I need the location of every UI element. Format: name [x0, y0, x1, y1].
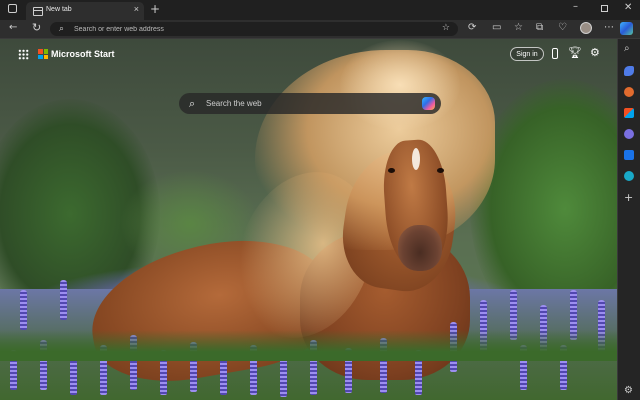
- address-bar[interactable]: ⌕ ☆: [50, 22, 458, 36]
- more-menu-icon[interactable]: ⋯: [604, 23, 614, 33]
- profile-avatar[interactable]: [580, 22, 592, 34]
- minimize-icon[interactable]: –: [573, 2, 578, 12]
- trophy-icon[interactable]: 🏆︎: [568, 47, 582, 58]
- collections-icon[interactable]: ⧉: [536, 23, 543, 33]
- sidebar-games-icon[interactable]: [624, 87, 634, 97]
- favorites-icon[interactable]: ☆: [514, 23, 523, 33]
- navigation-toolbar: ← ↻ ⌕ ☆ ⟳ ▭ ☆ ⧉ ♡ ⋯: [0, 20, 640, 39]
- split-screen-icon[interactable]: ▭: [492, 23, 501, 33]
- sidebar-microsoft365-icon[interactable]: [624, 108, 634, 118]
- browser-essentials-icon[interactable]: ♡: [558, 23, 567, 33]
- maximize-icon[interactable]: [601, 5, 608, 12]
- sidebar-outlook-icon[interactable]: [624, 150, 634, 160]
- search-icon: ⌕: [189, 97, 196, 110]
- sidebar-copilot-icon[interactable]: [624, 129, 634, 139]
- tab-title: New tab: [46, 6, 72, 13]
- sidebar-shopping-icon[interactable]: [624, 66, 634, 76]
- new-tab-page-icon: [33, 7, 43, 16]
- phone-icon[interactable]: [552, 48, 558, 59]
- back-arrow-icon[interactable]: ←: [9, 23, 17, 33]
- microsoft-logo: [38, 49, 48, 59]
- extensions-icon[interactable]: ⟳: [468, 23, 476, 33]
- copilot-icon[interactable]: [620, 22, 633, 35]
- sidebar-settings-gear-icon[interactable]: ⚙: [624, 385, 633, 396]
- tab-strip: New tab × + – ✕: [0, 0, 640, 20]
- address-input[interactable]: [74, 23, 414, 35]
- tab-new-tab[interactable]: New tab ×: [26, 2, 144, 20]
- sidebar-add-icon[interactable]: +: [624, 192, 633, 203]
- copilot-icon[interactable]: [422, 97, 435, 110]
- brand-text: Microsoft Start: [51, 49, 115, 59]
- tab-actions-icon[interactable]: [8, 4, 17, 13]
- refresh-icon[interactable]: ↻: [32, 22, 41, 33]
- star-icon[interactable]: ☆: [442, 23, 450, 33]
- tab-close-icon[interactable]: ×: [134, 4, 139, 14]
- sidebar-drop-icon[interactable]: [624, 171, 634, 181]
- gear-icon[interactable]: ⚙: [590, 47, 600, 58]
- apps-grid-icon[interactable]: [18, 49, 29, 60]
- browser-window: New tab × + – ✕ ← ↻ ⌕ ☆ ⟳ ▭ ☆ ⧉ ♡ ⋯: [0, 0, 640, 400]
- web-search-input[interactable]: [206, 97, 406, 110]
- sign-in-button[interactable]: Sign in: [510, 47, 544, 61]
- close-window-icon[interactable]: ✕: [624, 3, 632, 13]
- sidebar-search-icon[interactable]: ⌕: [624, 44, 630, 54]
- web-search-bar[interactable]: ⌕: [179, 93, 441, 114]
- search-icon: ⌕: [59, 24, 65, 34]
- new-tab-plus-icon[interactable]: +: [150, 3, 160, 15]
- edge-sidebar: ⌕ +: [617, 39, 640, 400]
